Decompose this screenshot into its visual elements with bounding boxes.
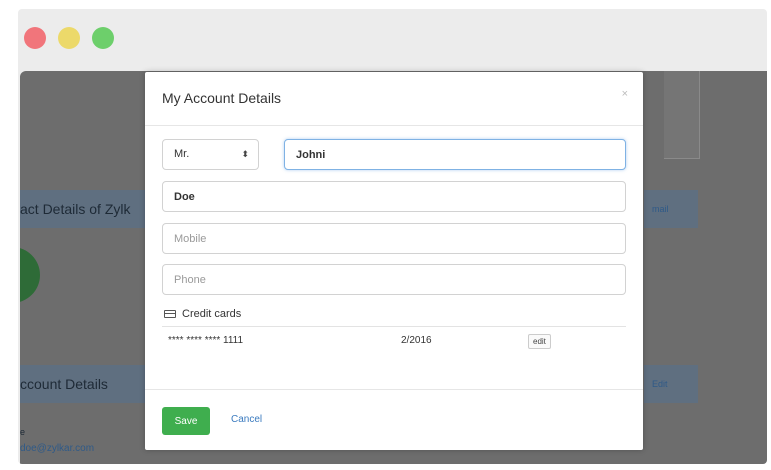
modal-title: My Account Details (162, 90, 282, 106)
contact-details-strip: act Details of Zylk (20, 190, 146, 228)
select-arrow-icon: ⬍ (241, 149, 249, 159)
account-name-fragment: e (20, 427, 26, 437)
avatar (20, 247, 40, 303)
background-card (664, 71, 700, 159)
close-window-button[interactable] (24, 27, 46, 49)
card-expiry: 2/2016 (401, 335, 432, 346)
account-details-modal: My Account Details × Mr. ⬍ Credit cards … (145, 72, 643, 450)
credit-card-icon (164, 310, 176, 318)
modal-header: My Account Details × (145, 72, 643, 126)
phone-input[interactable] (162, 264, 626, 295)
minimize-window-button[interactable] (58, 27, 80, 49)
zoom-window-button[interactable] (92, 27, 114, 49)
account-details-strip: ccount Details (20, 365, 146, 403)
first-name-input[interactable] (284, 139, 626, 170)
save-button[interactable]: Save (162, 407, 210, 435)
edit-card-button[interactable]: edit (528, 334, 551, 349)
credit-cards-heading: Credit cards (164, 308, 241, 320)
account-email-link[interactable]: doe@zylkar.com (20, 443, 94, 454)
modal-footer: Save Cancel (145, 389, 643, 450)
contact-mail-link[interactable]: mail (644, 190, 698, 228)
account-edit-link[interactable]: Edit (644, 365, 698, 403)
cancel-button[interactable]: Cancel (231, 414, 262, 425)
salutation-select[interactable]: Mr. ⬍ (162, 139, 259, 170)
divider (162, 326, 626, 327)
credit-cards-label: Credit cards (182, 308, 242, 320)
close-icon[interactable]: × (622, 88, 628, 100)
card-number: **** **** **** 1111 (168, 335, 244, 346)
window-controls (24, 27, 114, 49)
salutation-value: Mr. (174, 148, 190, 160)
mobile-input[interactable] (162, 223, 626, 254)
last-name-input[interactable] (162, 181, 626, 212)
